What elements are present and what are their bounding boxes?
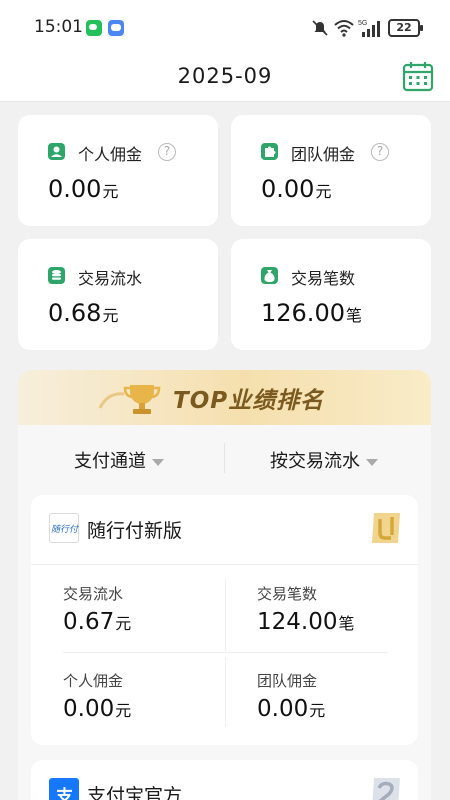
- metric-label: 交易笔数: [257, 585, 318, 603]
- wechat-notification-icon: [86, 20, 102, 36]
- metric-divider: [225, 579, 226, 651]
- money-bag-icon: [261, 267, 278, 284]
- ranking-filters: 支付通道 按交易流水: [18, 425, 431, 487]
- logo-text: 随行付: [51, 525, 79, 535]
- header: 2025-09: [0, 56, 450, 102]
- metric-label: 团队佣金: [257, 672, 318, 690]
- channel-name: 随行付新版: [87, 520, 183, 542]
- suixingfu-logo: 随行付: [49, 513, 79, 543]
- card-label: 个人佣金: [78, 145, 143, 164]
- card-value: 0.00元: [261, 175, 331, 203]
- value-number: 0.00: [257, 696, 309, 722]
- sort-by-volume-filter[interactable]: 按交易流水: [270, 447, 378, 473]
- card-label: 团队佣金: [291, 145, 356, 164]
- rank-second-icon: [372, 778, 400, 800]
- mute-icon: [312, 20, 328, 36]
- card-value: 0.00元: [48, 175, 118, 203]
- value-unit: 元: [309, 701, 326, 720]
- help-icon[interactable]: ?: [371, 143, 389, 161]
- trophy-icon: [123, 385, 161, 414]
- personal-commission-card: 个人佣金 ? 0.00元: [18, 115, 218, 226]
- system-icons: 5G 22: [312, 18, 423, 38]
- channel-card[interactable]: 随行付 随行付新版 交易流水 0.67元 交易笔数 124.00笔 个人佣金 0…: [31, 495, 418, 745]
- card-label: 交易笔数: [291, 269, 356, 288]
- svg-text:5G: 5G: [358, 20, 367, 27]
- filter-label: 支付通道: [74, 451, 146, 472]
- metric-label: 交易流水: [63, 585, 124, 603]
- filter-label: 按交易流水: [270, 451, 360, 472]
- channel-card[interactable]: 支 支付宝官方: [31, 760, 418, 800]
- top-ranking-panel: TOP业绩排名 支付通道 按交易流水 随行付 随行付新版 交易流水 0.67元 …: [18, 370, 431, 800]
- value-unit: 元: [102, 306, 119, 325]
- calendar-icon[interactable]: [402, 60, 434, 92]
- channel-name: 支付宝官方: [87, 785, 183, 800]
- value-unit: 元: [115, 701, 132, 720]
- payment-channel-filter[interactable]: 支付通道: [74, 447, 164, 473]
- alipay-logo: 支: [49, 778, 79, 800]
- metric-value: 0.00元: [257, 696, 325, 722]
- wifi-icon: [334, 20, 354, 37]
- page-title[interactable]: 2025-09: [0, 64, 450, 88]
- transaction-volume-card: 交易流水 0.68元: [18, 239, 218, 350]
- value-number: 126.00: [261, 299, 345, 327]
- person-icon: [48, 143, 65, 160]
- value-number: 0.00: [48, 175, 102, 203]
- message-notification-icon: [108, 20, 124, 36]
- status-time: 15:01: [34, 17, 83, 37]
- value-number: 0.67: [63, 609, 115, 635]
- dropdown-arrow-icon: [152, 458, 164, 466]
- value-number: 124.00: [257, 609, 338, 635]
- status-bar: 15:01 5G 22: [0, 0, 450, 56]
- value-number: 0.68: [48, 299, 102, 327]
- metric-label: 个人佣金: [63, 672, 124, 690]
- transaction-count-card: 交易笔数 126.00笔: [231, 239, 431, 350]
- signal-icon: 5G: [358, 20, 380, 37]
- channel-card-header: 随行付 随行付新版: [31, 495, 418, 565]
- coins-icon: [48, 267, 65, 284]
- value-unit: 元: [315, 182, 332, 201]
- value-number: 0.00: [63, 696, 115, 722]
- help-icon[interactable]: ?: [158, 143, 176, 161]
- rank-first-icon: [372, 513, 400, 543]
- logo-text: 支: [56, 787, 73, 800]
- top-ranking-title: TOP业绩排名: [173, 388, 325, 414]
- card-value: 0.68元: [48, 299, 118, 327]
- value-number: 0.00: [261, 175, 315, 203]
- metric-divider: [63, 652, 388, 653]
- value-unit: 笔: [345, 306, 362, 325]
- filter-divider: [224, 443, 225, 473]
- metric-value: 124.00笔: [257, 609, 355, 635]
- value-unit: 元: [115, 614, 132, 633]
- metric-value: 0.67元: [63, 609, 131, 635]
- card-value: 126.00笔: [261, 299, 362, 327]
- dropdown-arrow-icon: [366, 458, 378, 466]
- top-ranking-banner: TOP业绩排名: [18, 370, 431, 425]
- team-commission-card: 团队佣金 ? 0.00元: [231, 115, 431, 226]
- card-label: 交易流水: [78, 269, 143, 288]
- value-unit: 元: [102, 182, 119, 201]
- battery-indicator: 22: [388, 19, 423, 37]
- metric-value: 0.00元: [63, 696, 131, 722]
- puzzle-icon: [261, 143, 278, 160]
- value-unit: 笔: [338, 614, 355, 633]
- metric-divider: [225, 657, 226, 727]
